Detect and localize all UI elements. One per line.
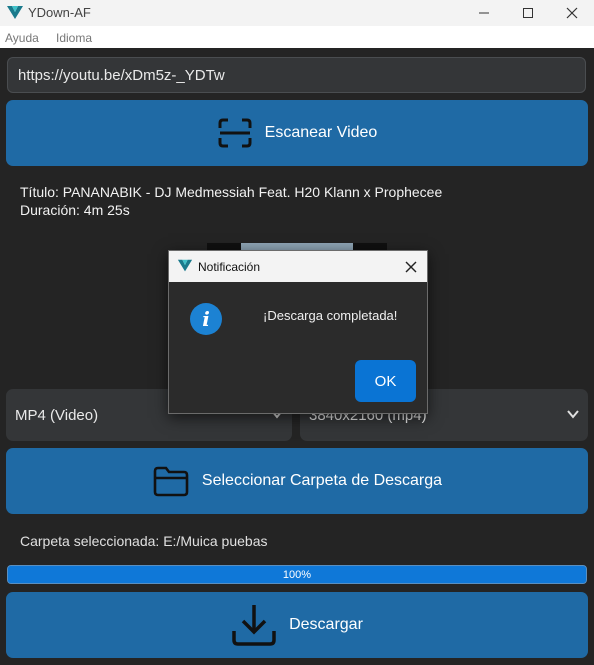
download-icon [232, 605, 276, 646]
window-title: YDown-AF [28, 5, 91, 20]
scan-icon [218, 118, 252, 148]
notification-dialog: Notificación i ¡Descarga completada! OK [168, 250, 428, 414]
app-logo-icon [177, 259, 193, 272]
ok-button[interactable]: OK [355, 360, 416, 402]
maximize-button[interactable] [506, 0, 550, 26]
close-window-button[interactable] [550, 0, 594, 26]
selected-folder-text: Carpeta seleccionada: E:/Muica puebas [20, 533, 268, 549]
scan-video-label: Escanear Video [264, 124, 378, 141]
maximize-icon [523, 8, 533, 18]
chevron-down-icon [567, 410, 579, 419]
download-progress-bar: 100% [7, 565, 587, 584]
url-input[interactable] [7, 57, 586, 93]
window-titlebar: YDown-AF [0, 0, 594, 26]
dialog-close-icon[interactable] [405, 261, 417, 273]
progress-label: 100% [282, 568, 312, 581]
menu-item-ayuda[interactable]: Ayuda [5, 31, 39, 45]
dialog-message: ¡Descarga completada! [263, 308, 398, 323]
minimize-button[interactable] [462, 0, 506, 26]
folder-icon [153, 466, 189, 497]
select-folder-button[interactable]: Seleccionar Carpeta de Descarga [6, 448, 588, 514]
app-logo-icon [7, 6, 23, 19]
download-button[interactable]: Descargar [6, 592, 588, 658]
dialog-titlebar: Notificación [169, 251, 427, 282]
close-icon [566, 7, 578, 19]
ok-label: OK [374, 372, 397, 390]
download-label: Descargar [289, 616, 363, 633]
info-icon: i [190, 303, 222, 335]
format-select-value: MP4 (Video) [15, 406, 99, 424]
scan-video-button[interactable]: Escanear Video [6, 100, 588, 166]
minimize-icon [479, 12, 489, 14]
menu-item-idioma[interactable]: Idioma [56, 31, 92, 45]
video-title-text: Título: PANANABIK - DJ Medmessiah Feat. … [20, 184, 443, 200]
menu-bar: Ayuda Idioma [0, 26, 594, 48]
select-folder-label: Seleccionar Carpeta de Descarga [201, 472, 443, 489]
dialog-title: Notificación [198, 260, 261, 274]
video-duration-text: Duración: 4m 25s [20, 202, 130, 218]
